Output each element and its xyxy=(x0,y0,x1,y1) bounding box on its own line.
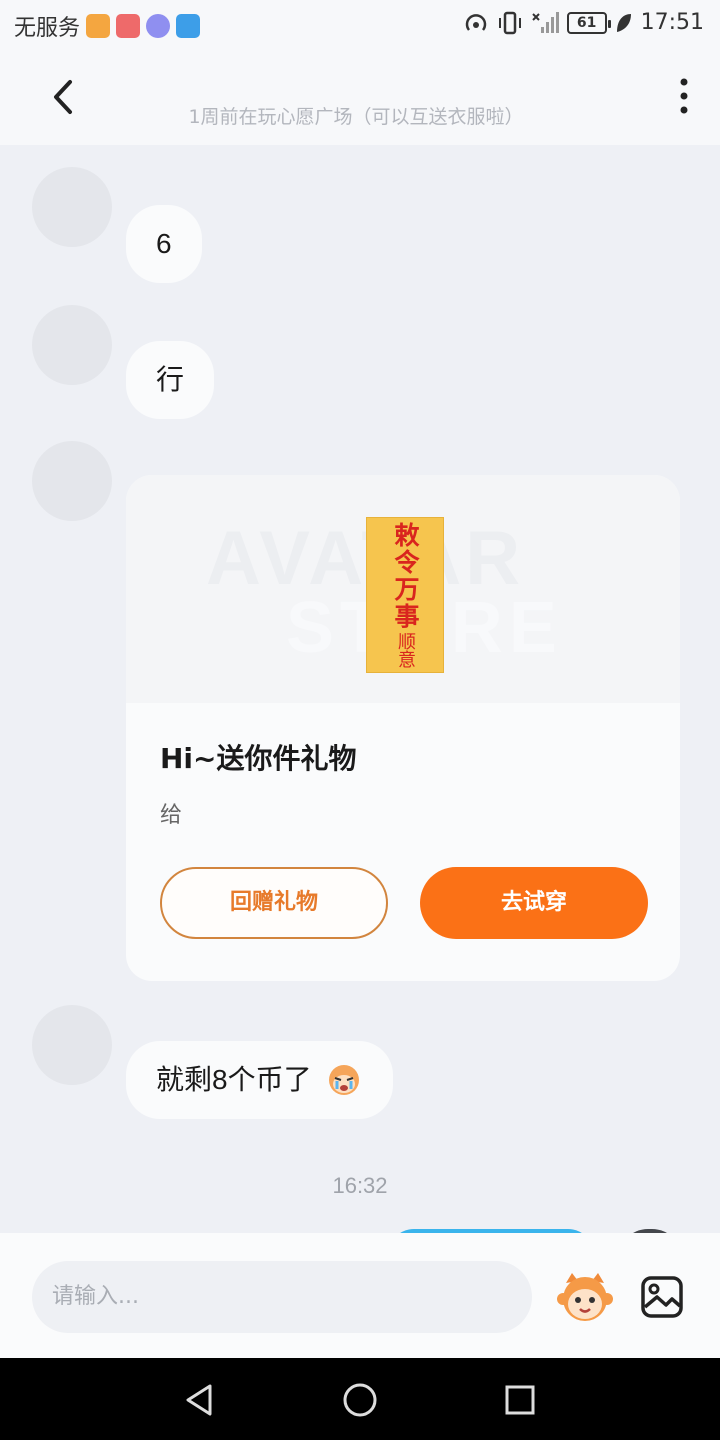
nav-back-icon[interactable] xyxy=(180,1380,220,1420)
clock: 17:51 xyxy=(640,10,704,35)
message-bubble: 行 xyxy=(126,341,215,419)
input-bar: 请输入... xyxy=(0,1233,720,1358)
talisman-image: 敕令万事 顺意 xyxy=(366,517,444,673)
shield-app-icon xyxy=(176,14,201,38)
avatar[interactable] xyxy=(32,167,112,247)
monkey-emoji-button-icon[interactable] xyxy=(554,1269,616,1325)
video-app-icon xyxy=(86,14,111,38)
more-options-icon[interactable] xyxy=(676,76,692,116)
avatar[interactable] xyxy=(32,1005,112,1085)
nav-recents-icon[interactable] xyxy=(500,1380,540,1420)
image-picker-icon[interactable] xyxy=(640,1275,684,1319)
carrier-text: 无服务 xyxy=(14,16,81,41)
gift-image: AVATAR STORE 敕令万事 顺意 xyxy=(126,475,680,703)
music-app-icon xyxy=(146,14,171,38)
signal-icon xyxy=(531,11,559,33)
talisman-main-text: 敕令万事 xyxy=(391,522,420,630)
return-gift-button[interactable]: 回赠礼物 xyxy=(160,867,388,939)
crying-monkey-emoji-icon xyxy=(329,1064,360,1095)
status-bar: 无服务 61 17:51 xyxy=(0,0,720,50)
message-timestamp: 16:32 xyxy=(332,1173,388,1198)
message-bubble: 6 xyxy=(126,205,202,283)
chat-messages: 6 行 AVATAR STORE 敕令万事 顺意 Hi~送你件礼物 给 回赠礼物… xyxy=(0,145,720,1233)
status-right: 61 17:51 xyxy=(463,10,704,35)
leaf-icon xyxy=(616,13,631,32)
message-text: 就剩8个币了 xyxy=(156,1064,312,1095)
status-left: 无服务 xyxy=(14,10,201,42)
hotspot-icon xyxy=(465,13,486,31)
message-bubble: 就剩8个币了 xyxy=(126,1041,394,1119)
gift-card-description: 给 xyxy=(160,803,183,828)
gift-card[interactable]: AVATAR STORE 敕令万事 顺意 Hi~送你件礼物 给 回赠礼物 去试穿 xyxy=(126,475,680,981)
gift-card-title: Hi~送你件礼物 xyxy=(160,742,357,775)
avatar[interactable] xyxy=(32,441,112,521)
avatar[interactable] xyxy=(32,305,112,385)
chat-header: 1周前在玩心愿广场（可以互送衣服啦） xyxy=(0,50,720,145)
try-on-button[interactable]: 去试穿 xyxy=(420,867,648,939)
chat-subtitle: 1周前在玩心愿广场（可以互送衣服啦） xyxy=(188,106,524,128)
system-nav-bar xyxy=(0,1358,720,1440)
message-input[interactable]: 请输入... xyxy=(32,1261,532,1333)
vibrate-icon xyxy=(498,11,521,34)
talisman-sub-text: 顺意 xyxy=(395,632,416,668)
nav-home-icon[interactable] xyxy=(340,1380,380,1420)
red-app-icon xyxy=(116,14,141,38)
battery-indicator: 61 xyxy=(566,11,611,34)
